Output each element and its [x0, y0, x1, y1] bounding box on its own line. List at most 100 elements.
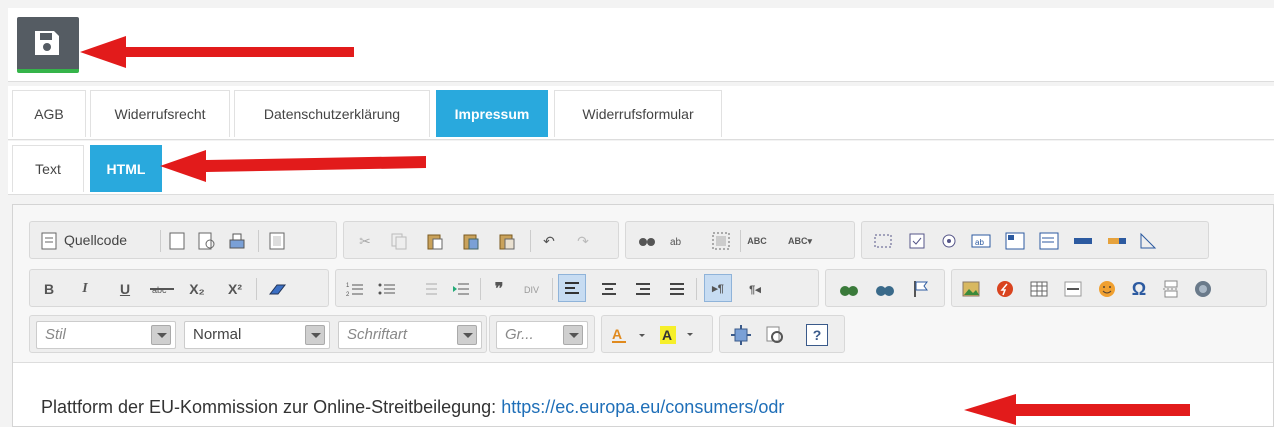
paste-text-icon[interactable]	[460, 231, 482, 251]
link-icon[interactable]	[838, 279, 860, 299]
toolbar-group-clipboard: ✂ ↶ ↷	[343, 221, 619, 259]
paste-word-icon[interactable]	[496, 231, 518, 251]
redo-icon[interactable]: ↷	[572, 231, 594, 251]
font-size-select[interactable]: Gr...	[496, 321, 588, 349]
find-icon[interactable]	[636, 231, 658, 251]
radio-icon[interactable]	[938, 231, 960, 251]
background-color-icon[interactable]: A	[658, 325, 698, 345]
show-blocks-icon[interactable]	[764, 325, 786, 345]
select-field-icon[interactable]	[1038, 231, 1060, 251]
text-color-icon[interactable]: A	[610, 325, 650, 345]
svg-text:A: A	[612, 326, 622, 342]
spellcheck-dropdown-icon[interactable]: ABC▾	[780, 231, 820, 251]
align-center-icon[interactable]	[598, 279, 620, 299]
textfield-icon[interactable]: ab	[970, 231, 992, 251]
svg-text:1: 1	[346, 283, 350, 289]
special-char-button[interactable]: Ω	[1128, 279, 1150, 299]
textarea-icon[interactable]	[1004, 231, 1026, 251]
preview-icon[interactable]	[196, 231, 218, 251]
text-direction-ltr-icon[interactable]: ▸¶	[704, 274, 732, 302]
toolbar-group-editing: ab ABC ABC▾	[625, 221, 855, 259]
flash-icon[interactable]	[994, 279, 1016, 299]
editor-content[interactable]: Plattform der EU-Kommission zur Online-S…	[41, 397, 784, 418]
toolbar-group-basicstyles: B I U abc X₂ X²	[29, 269, 329, 307]
image-button-icon[interactable]	[1106, 231, 1128, 251]
print-icon[interactable]	[226, 231, 248, 251]
cut-icon[interactable]: ✂	[354, 231, 376, 251]
tab-html[interactable]: HTML	[90, 145, 162, 192]
chevron-down-icon	[305, 325, 325, 345]
templates-icon[interactable]	[266, 231, 288, 251]
align-left-icon[interactable]	[558, 274, 586, 302]
image-icon[interactable]	[960, 279, 982, 299]
font-size-select-value: Gr...	[505, 326, 534, 343]
spellcheck-icon[interactable]: ABC	[746, 231, 768, 251]
italic-button[interactable]: I	[74, 279, 96, 299]
tab-datenschutzerklaerung[interactable]: Datenschutzerklärung	[234, 90, 430, 137]
outdent-icon[interactable]	[418, 279, 440, 299]
create-div-icon[interactable]: DIV	[522, 279, 544, 299]
font-select[interactable]: Schriftart	[338, 321, 482, 349]
style-select-value: Stil	[45, 326, 66, 343]
checkbox-icon[interactable]	[906, 231, 928, 251]
format-select[interactable]: Normal	[184, 321, 330, 349]
indent-icon[interactable]	[450, 279, 472, 299]
anchor-flag-icon[interactable]	[910, 279, 932, 299]
align-justify-icon[interactable]	[666, 279, 688, 299]
toolbar-group-paragraph: 12 ❞ DIV ▸¶ ¶◂	[335, 269, 819, 307]
annotation-arrow	[160, 150, 426, 182]
subscript-button[interactable]: X₂	[186, 279, 208, 299]
annotation-arrow	[80, 36, 354, 68]
toolbar-group-insert: Ω	[951, 269, 1267, 307]
strikethrough-icon[interactable]: abc	[148, 279, 176, 299]
source-icon[interactable]	[38, 231, 60, 251]
select-all-icon[interactable]	[710, 231, 732, 251]
superscript-button[interactable]: X²	[224, 279, 246, 299]
bulleted-list-icon[interactable]	[376, 279, 398, 299]
text-direction-rtl-icon[interactable]: ¶◂	[744, 279, 766, 299]
copy-icon[interactable]	[388, 231, 410, 251]
unlink-icon[interactable]	[874, 279, 896, 299]
svg-text:A: A	[662, 327, 672, 343]
button-field-icon[interactable]	[1072, 231, 1094, 251]
toolbar-group-tools: ?	[719, 315, 845, 353]
numbered-list-icon[interactable]: 12	[344, 279, 366, 299]
source-button-label[interactable]: Quellcode	[64, 232, 127, 248]
toolbar-group-size: Gr...	[489, 315, 595, 353]
replace-icon[interactable]: ab	[668, 231, 690, 251]
horizontal-rule-icon[interactable]	[1062, 279, 1084, 299]
bold-button[interactable]: B	[38, 279, 60, 299]
help-button[interactable]: ?	[806, 324, 828, 346]
remove-format-icon[interactable]	[266, 279, 288, 299]
smiley-icon[interactable]	[1096, 279, 1118, 299]
style-select[interactable]: Stil	[36, 321, 176, 349]
tab-text[interactable]: Text	[12, 145, 84, 192]
page-break-icon[interactable]	[1160, 279, 1182, 299]
new-page-icon[interactable]	[166, 231, 188, 251]
content-text: Plattform der EU-Kommission zur Online-S…	[41, 397, 502, 417]
maximize-icon[interactable]	[730, 325, 752, 345]
chevron-down-icon	[457, 325, 477, 345]
tab-widerrufsformular[interactable]: Widerrufsformular	[554, 90, 722, 137]
tab-agb[interactable]: AGB	[12, 90, 86, 137]
form-icon[interactable]	[872, 231, 894, 251]
tab-impressum[interactable]: Impressum	[436, 90, 548, 137]
paste-icon[interactable]	[424, 231, 446, 251]
underline-button[interactable]: U	[114, 279, 136, 299]
svg-text:DIV: DIV	[524, 285, 539, 295]
align-right-icon[interactable]	[632, 279, 654, 299]
toolbar-group-forms: ab	[861, 221, 1209, 259]
blockquote-button[interactable]: ❞	[488, 279, 510, 299]
save-button[interactable]	[17, 17, 79, 73]
font-select-value: Schriftart	[347, 326, 408, 343]
table-icon[interactable]	[1028, 279, 1050, 299]
page: AGB Widerrufsrecht Datenschutzerklärung …	[0, 0, 1274, 427]
chevron-down-icon	[151, 325, 171, 345]
tab-widerrufsrecht[interactable]: Widerrufsrecht	[90, 90, 230, 137]
format-select-value: Normal	[193, 326, 242, 343]
undo-icon[interactable]: ↶	[538, 231, 560, 251]
odr-link[interactable]: https://ec.europa.eu/consumers/odr	[501, 397, 784, 417]
toolbar-group-styles: Stil Normal Schriftart	[29, 315, 487, 353]
iframe-icon[interactable]	[1192, 279, 1214, 299]
hidden-field-icon[interactable]	[1138, 231, 1160, 251]
